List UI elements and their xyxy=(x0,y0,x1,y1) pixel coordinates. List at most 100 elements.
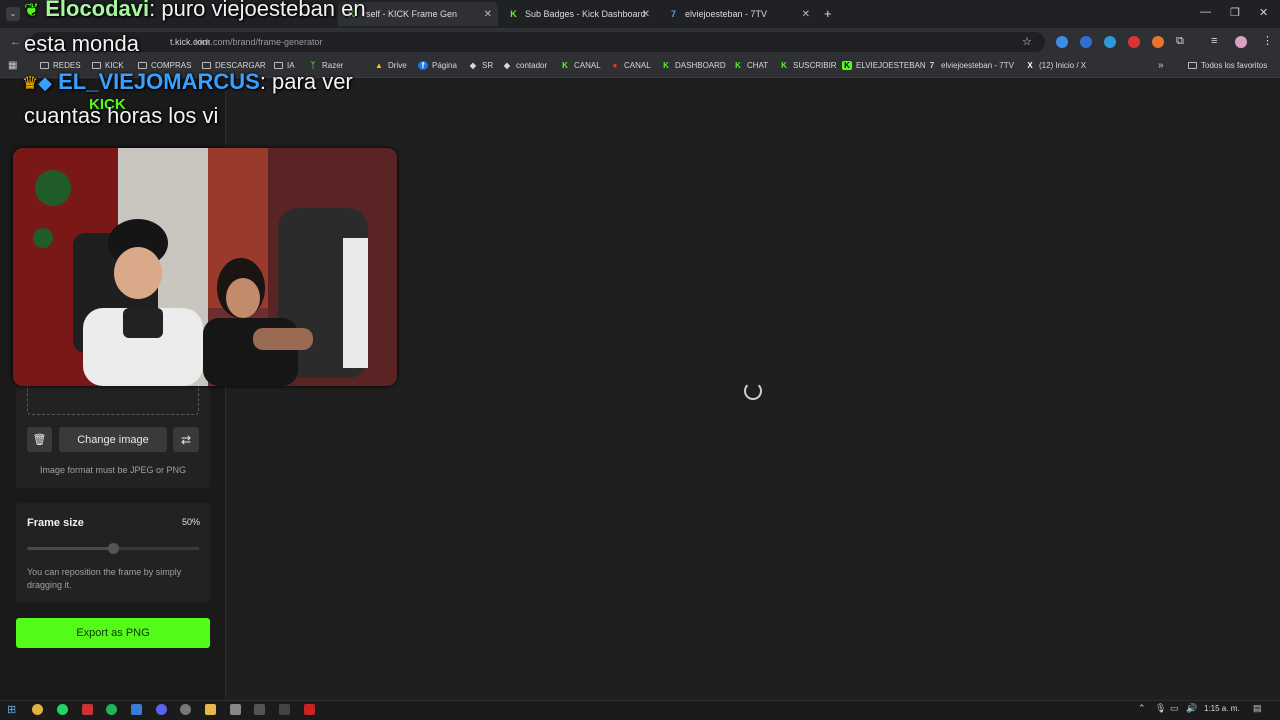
tab-search-button[interactable]: ⌄ xyxy=(6,7,20,21)
kick-icon: K xyxy=(781,61,787,70)
bookmark-dashboard[interactable]: K DASHBOARD xyxy=(661,61,726,70)
frame-size-label: Frame size xyxy=(27,517,84,529)
app-icon[interactable] xyxy=(279,704,290,715)
app-icon[interactable] xyxy=(254,704,265,715)
settings-icon[interactable] xyxy=(180,704,191,715)
format-note: Image format must be JPEG or PNG xyxy=(39,465,187,475)
windows-taskbar xyxy=(0,700,1280,720)
minimize-icon[interactable]: — xyxy=(1200,6,1211,18)
chat-username: Elocodavi xyxy=(45,0,150,21)
swap-image-button[interactable]: ⇄ xyxy=(173,427,199,452)
chevron-up-icon[interactable]: ⌃ xyxy=(1138,703,1146,714)
tab-sub-badges[interactable]: K Sub Badges - Kick Dashboard ✕ xyxy=(500,2,656,26)
slider-thumb[interactable] xyxy=(107,543,119,554)
folder-icon xyxy=(92,62,101,69)
bookmark-all-favorites[interactable]: Todos los favoritos xyxy=(1188,61,1267,70)
bookmark-suscribir[interactable]: K SUSCRIBIR xyxy=(779,61,836,70)
overlay-chat-line-1: ❦ Elocodavi: puro viejoesteban en xyxy=(24,0,366,22)
kick-icon: K xyxy=(735,61,741,70)
chat-message: : puro viejoesteban en xyxy=(149,0,366,21)
refresh-icon: ⇄ xyxy=(180,432,192,447)
apps-icon[interactable]: ▦ xyxy=(8,60,17,71)
bookmark-7tv[interactable]: 7 elviejoesteban - 7TV xyxy=(927,61,1014,70)
folder-icon xyxy=(40,62,49,69)
close-icon[interactable]: ✕ xyxy=(802,9,810,20)
address-bar[interactable]: t.kick.com kick.com/brand/frame-generato… xyxy=(30,32,1045,52)
delete-image-button[interactable]: 🗑 xyxy=(27,427,52,452)
bookmark-x[interactable]: X (12) Inicio / X xyxy=(1025,61,1086,70)
tab-label: Sub Badges - Kick Dashboard xyxy=(525,9,646,19)
clock-time[interactable]: 1:15 a. m. xyxy=(1204,704,1240,713)
image-dropzone[interactable] xyxy=(27,386,199,415)
overlay-chat-line-3: ♛◆ EL_VIEJOMARCUS: para ver xyxy=(22,69,353,95)
bookmark-chat[interactable]: K CHAT xyxy=(733,61,768,70)
folder-icon xyxy=(1188,62,1197,69)
export-label: Export as PNG xyxy=(76,627,150,639)
bookmark-drive[interactable]: ▲ Drive xyxy=(374,61,407,70)
app-icon[interactable] xyxy=(131,704,142,715)
close-window-icon[interactable]: ✕ xyxy=(1259,6,1268,19)
bookmark-canal-kick[interactable]: K CANAL xyxy=(560,61,601,70)
chevron-right-icon[interactable]: » xyxy=(1158,60,1164,71)
chat-message: : para ver xyxy=(259,69,353,94)
volume-icon[interactable]: 🔊 xyxy=(1186,703,1197,714)
folder-icon[interactable] xyxy=(205,704,216,715)
7tv-icon: 7 xyxy=(929,61,935,70)
x-icon: X xyxy=(1027,61,1033,70)
badge-icon: ◆ xyxy=(38,73,52,93)
leaf-icon: ❦ xyxy=(24,0,40,20)
extension-icon[interactable] xyxy=(1080,36,1092,48)
change-image-button[interactable]: Change image xyxy=(59,427,167,452)
menu-icon[interactable]: ⋮ xyxy=(1262,34,1273,47)
kick-icon: K xyxy=(562,61,568,70)
change-image-label: Change image xyxy=(77,433,149,446)
folder-icon xyxy=(202,62,211,69)
7tv-icon[interactable] xyxy=(1104,36,1116,48)
bookmark-elviejoesteban[interactable]: K ELVIEJOESTEBAN xyxy=(842,61,926,70)
frame-size-slider[interactable] xyxy=(27,543,199,554)
network-icon[interactable]: ▭ xyxy=(1170,703,1179,714)
close-icon[interactable]: ✕ xyxy=(642,9,650,20)
whatsapp-icon[interactable] xyxy=(57,704,68,715)
app-icon[interactable] xyxy=(230,704,241,715)
webcam-overlay xyxy=(13,148,397,386)
restore-icon[interactable]: ❐ xyxy=(1230,6,1240,19)
slider-fill xyxy=(27,547,113,550)
close-icon[interactable]: ✕ xyxy=(484,9,492,20)
tab-label: rself - KICK Frame Gen xyxy=(363,9,458,19)
back-icon[interactable]: ← xyxy=(10,36,21,48)
webcam-image xyxy=(13,148,397,386)
7tv-icon: 7 xyxy=(670,8,676,19)
export-png-button[interactable]: Export as PNG xyxy=(16,618,210,648)
tab-7tv[interactable]: 7 elviejoesteban - 7TV ✕ xyxy=(660,2,816,26)
extension-icon[interactable] xyxy=(1128,36,1140,48)
bookmark-pagina[interactable]: f Página xyxy=(418,61,457,70)
puzzle-icon[interactable]: ⧉ xyxy=(1176,35,1184,48)
app-icon[interactable] xyxy=(82,704,93,715)
bookmark-canal-youtube[interactable]: ● CANAL xyxy=(610,61,651,70)
reposition-note: You can reposition the frame by simply d… xyxy=(27,567,182,590)
bookmark-contador[interactable]: ◆ contador xyxy=(502,61,547,70)
new-tab-button[interactable]: + xyxy=(824,6,832,21)
trash-icon: 🗑 xyxy=(32,434,47,446)
extension-icon[interactable] xyxy=(1056,36,1068,48)
reading-list-icon[interactable]: ≡ xyxy=(1211,35,1217,47)
chrome-icon[interactable] xyxy=(32,704,43,715)
microphone-icon[interactable]: 🎙 xyxy=(1155,703,1166,714)
kick-icon: K xyxy=(510,8,517,19)
discord-icon[interactable] xyxy=(156,704,167,715)
bookmark-sr[interactable]: ◆ SR xyxy=(468,61,493,70)
extension-icon[interactable] xyxy=(1152,36,1164,48)
star-icon[interactable]: ☆ xyxy=(1022,35,1032,48)
facebook-icon: f xyxy=(418,61,428,70)
overlay-chat-line-4: cuantas horas los vi xyxy=(24,103,219,128)
diamond-icon: ◆ xyxy=(469,61,477,70)
kick-icon: K xyxy=(663,61,669,70)
chat-username: EL_VIEJOMARCUS xyxy=(58,69,260,94)
notification-icon[interactable]: ▤ xyxy=(1253,703,1262,714)
address-text: kick.com/brand/frame-generator xyxy=(195,37,323,47)
app-icon[interactable] xyxy=(304,704,315,715)
spotify-icon[interactable] xyxy=(106,704,117,715)
windows-start-icon[interactable]: ⊞ xyxy=(7,703,16,716)
avatar[interactable] xyxy=(1235,36,1247,48)
